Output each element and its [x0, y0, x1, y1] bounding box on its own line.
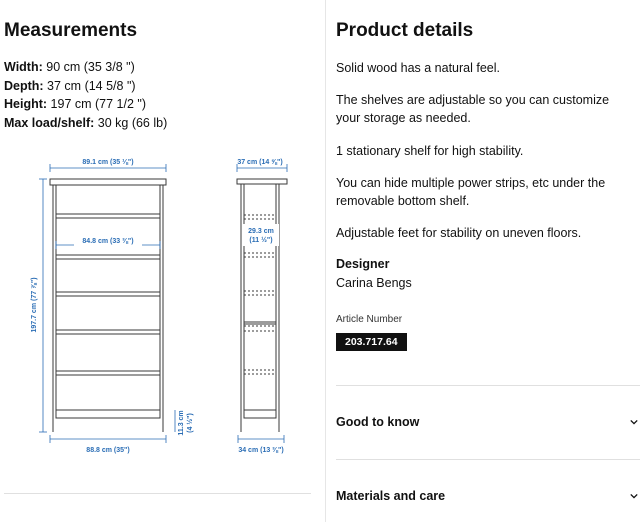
detail-paragraph: You can hide multiple power strips, etc … [336, 176, 606, 208]
dim-bottom-width: 88.8 cm (35") [86, 447, 129, 454]
product-details-panel: Product details Solid wood has a natural… [326, 0, 640, 522]
product-details-heading: Product details [336, 20, 474, 41]
detail-paragraph: 1 stationary shelf for high stability. [336, 144, 524, 158]
accordion-materials-and-care[interactable]: Materials and care [336, 489, 640, 509]
dim-foot-height-cm: 11.3 cm [178, 410, 185, 435]
measurements-divider [4, 493, 311, 494]
front-shelf [55, 213, 161, 219]
measurement-depth: Depth: 37 cm (14 5/8 ") [4, 78, 136, 93]
designer-label: Designer [336, 257, 390, 271]
dim-top-depth: 37 cm (14 ⅝") [237, 159, 282, 166]
front-shelf [55, 370, 161, 376]
side-bottom-shelf [243, 409, 277, 419]
front-shelf [55, 291, 161, 297]
designer-name: Carina Bengs [336, 276, 412, 290]
front-top-board [49, 178, 167, 186]
accordion-divider [336, 459, 640, 460]
side-top-board [236, 178, 288, 185]
dim-top-width: 89.1 cm (35 ⅛") [82, 159, 133, 166]
measurement-max-load: Max load/shelf: 30 kg (66 lb) [4, 115, 168, 130]
measurement-height: Height: 197 cm (77 1/2 ") [4, 97, 146, 111]
accordion-divider [336, 385, 640, 386]
front-shelf [55, 329, 161, 335]
front-bottom-shelf [55, 409, 161, 419]
article-number-label: Article Number [336, 314, 403, 325]
accordion-good-to-know[interactable]: Good to know [336, 415, 640, 435]
dim-height: 197.7 cm (77 ⅞") [31, 277, 38, 332]
dim-bottom-depth: 34 cm (13 ⅜") [238, 447, 283, 454]
accordion-label: Good to know [336, 415, 420, 429]
article-number-badge: 203.717.64 [336, 333, 407, 351]
dim-inner-width: 84.8 cm (33 ⅜") [82, 238, 133, 245]
measurements-heading: Measurements [4, 20, 138, 41]
chevron-down-icon [630, 493, 638, 499]
dim-shelf-gap-in: (11 ½") [249, 236, 272, 244]
measurements-panel: Measurements Width: 90 cm (35 3/8 ") Dep… [0, 0, 325, 522]
front-shelf [55, 254, 161, 260]
detail-paragraph: Adjustable feet for stability on uneven … [336, 226, 582, 240]
detail-paragraph: Solid wood has a natural feel. [336, 61, 500, 75]
chevron-down-icon [630, 419, 638, 425]
measurement-width: Width: 90 cm (35 3/8 ") [4, 60, 135, 74]
detail-paragraph: The shelves are adjustable so you can cu… [336, 93, 610, 125]
dim-foot-height-in: (4 ½") [186, 413, 194, 433]
measurements-list: Width: 90 cm (35 3/8 ") Depth: 37 cm (14… [4, 58, 167, 132]
dim-shelf-gap-cm: 29.3 cm [248, 228, 274, 235]
accordion-label: Materials and care [336, 489, 446, 503]
bookcase-dimension-diagram: 89.1 cm (35 ⅛") 84.8 cm (33 ⅜") 197.7 cm… [31, 159, 288, 454]
